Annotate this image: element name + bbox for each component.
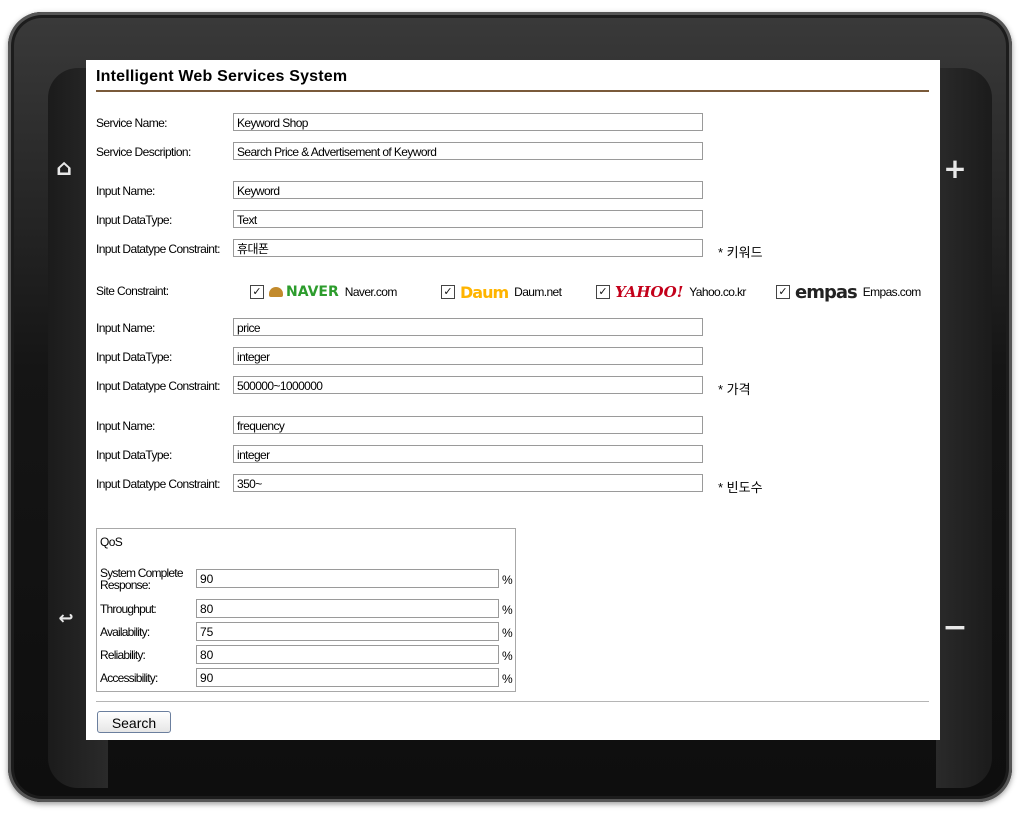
input-constraint-label: Input Datatype Constraint: — [96, 477, 220, 491]
site-option-naver[interactable]: ✓ NAVER Naver.com — [250, 280, 397, 304]
daum-checkbox[interactable]: ✓ — [441, 285, 455, 299]
input-constraint-row: Input Datatype Constraint: 휴대폰 * 키워드 — [96, 239, 796, 260]
qos-row-availability: Availability: 75 % — [100, 622, 513, 642]
empas-site-name: Empas.com — [862, 285, 922, 299]
qos-throughput-input[interactable]: 80 — [196, 599, 499, 618]
qos-label: System Complete Response: — [100, 566, 184, 592]
naver-checkbox[interactable]: ✓ — [250, 285, 264, 299]
back-icon[interactable]: ↩ — [52, 608, 80, 636]
input-name-label: Input Name: — [96, 321, 155, 335]
home-icon[interactable]: ⌂ — [50, 156, 78, 184]
qos-row-reliability: Reliability: 80 % — [100, 645, 513, 665]
qos-label: Reliability: — [100, 648, 146, 662]
site-option-daum[interactable]: ✓ Daum Daum.net — [441, 280, 562, 304]
input-datatype-label: Input DataType: — [96, 213, 172, 227]
input-constraint-row: Input Datatype Constraint: 350~ * 빈도수 — [96, 474, 796, 495]
qos-label: Availability: — [100, 625, 150, 639]
constraint-note: * 키워드 — [718, 245, 763, 260]
input-datatype-field[interactable]: integer — [233, 445, 703, 463]
percent-unit: % — [502, 626, 513, 640]
input-datatype-row: Input DataType: integer — [96, 445, 796, 465]
app-screen: Intelligent Web Services System Service … — [86, 60, 940, 740]
service-name-label: Service Name: — [96, 116, 168, 130]
input-datatype-label: Input DataType: — [96, 350, 172, 364]
input-constraint-row: Input Datatype Constraint: 500000~100000… — [96, 376, 796, 397]
input-datatype-row: Input DataType: integer — [96, 347, 796, 367]
page-title: Intelligent Web Services System — [96, 68, 348, 85]
service-name-row: Service Name: Keyword Shop — [96, 113, 796, 133]
constraint-note: * 빈도수 — [718, 480, 763, 495]
site-option-yahoo[interactable]: ✓ YAHOO! Yahoo.co.kr — [596, 280, 746, 304]
input-datatype-field[interactable]: integer — [233, 347, 703, 365]
input-datatype-label: Input DataType: — [96, 448, 172, 462]
yahoo-logo-icon: YAHOO! — [615, 283, 684, 301]
input-datatype-row: Input DataType: Text — [96, 210, 796, 230]
input-constraint-label: Input Datatype Constraint: — [96, 242, 220, 256]
site-option-empas[interactable]: ✓ empas Empas.com — [776, 280, 921, 304]
input-constraint-field[interactable]: 휴대폰 — [233, 239, 703, 257]
qos-accessibility-input[interactable]: 90 — [196, 668, 499, 687]
bottom-divider — [96, 701, 929, 702]
daum-logo-icon: Daum — [460, 282, 509, 302]
qos-row-response: System Complete Response: 90 % — [100, 566, 513, 592]
input-name-label: Input Name: — [96, 184, 155, 198]
service-description-input[interactable]: Search Price & Advertisement of Keyword — [233, 142, 703, 160]
input-name-label: Input Name: — [96, 419, 155, 433]
title-divider — [96, 90, 929, 92]
input-name-row: Input Name: Keyword — [96, 181, 796, 201]
qos-response-input[interactable]: 90 — [196, 569, 499, 588]
input-name-field[interactable]: price — [233, 318, 703, 336]
zoom-in-button[interactable]: + — [941, 152, 969, 185]
input-name-field[interactable]: frequency — [233, 416, 703, 434]
yahoo-site-name: Yahoo.co.kr — [689, 285, 746, 299]
qos-row-throughput: Throughput: 80 % — [100, 599, 513, 619]
naver-site-name: Naver.com — [344, 285, 398, 299]
percent-unit: % — [502, 603, 513, 617]
search-button[interactable]: Search — [97, 711, 171, 733]
input-name-field[interactable]: Keyword — [233, 181, 703, 199]
input-constraint-field[interactable]: 500000~1000000 — [233, 376, 703, 394]
daum-site-name: Daum.net — [514, 285, 562, 299]
qos-reliability-input[interactable]: 80 — [196, 645, 499, 664]
qos-panel: QoS System Complete Response: 90 % Throu… — [96, 528, 516, 692]
qos-title: QoS — [100, 535, 123, 549]
empas-checkbox[interactable]: ✓ — [776, 285, 790, 299]
qos-availability-input[interactable]: 75 — [196, 622, 499, 641]
zoom-out-button[interactable]: − — [941, 610, 969, 645]
service-description-label: Service Description: — [96, 145, 191, 159]
input-datatype-field[interactable]: Text — [233, 210, 703, 228]
empas-logo-icon: empas — [795, 281, 858, 303]
naver-logo: NAVER — [286, 284, 339, 300]
site-constraint-label: Site Constraint: — [96, 284, 169, 298]
input-constraint-field[interactable]: 350~ — [233, 474, 703, 492]
qos-label: Accessibility: — [100, 671, 158, 685]
percent-unit: % — [502, 649, 513, 663]
site-constraint-row: Site Constraint: ✓ NAVER Naver.com ✓ Dau… — [96, 280, 936, 304]
qos-label: Throughput: — [100, 602, 157, 616]
naver-logo-icon — [269, 287, 283, 297]
yahoo-checkbox[interactable]: ✓ — [596, 285, 610, 299]
percent-unit: % — [502, 573, 513, 587]
input-constraint-label: Input Datatype Constraint: — [96, 379, 220, 393]
service-name-input[interactable]: Keyword Shop — [233, 113, 703, 131]
qos-row-accessibility: Accessibility: 90 % — [100, 668, 513, 688]
percent-unit: % — [502, 672, 513, 686]
input-name-row: Input Name: price — [96, 318, 796, 338]
constraint-note: * 가격 — [718, 382, 751, 397]
service-description-row: Service Description: Search Price & Adve… — [96, 142, 796, 162]
input-name-row: Input Name: frequency — [96, 416, 796, 436]
